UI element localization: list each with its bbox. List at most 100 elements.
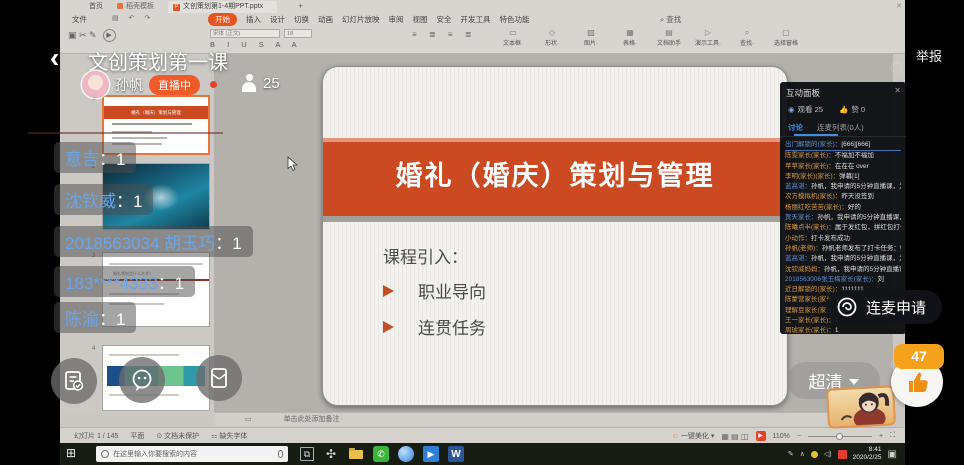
chat-message: 蓝高湛：孙帆，我申请的5分钟直播课，为什么不播！	[785, 254, 901, 264]
video-app-icon[interactable]: ▶	[423, 446, 439, 462]
ribbon-tab-插入[interactable]: 插入	[246, 14, 261, 25]
browser-icon[interactable]	[398, 446, 414, 462]
zoom-slider-knob[interactable]	[836, 433, 843, 440]
anime-sticker	[826, 385, 896, 429]
task-view-icon[interactable]: ⧉	[300, 447, 314, 461]
file-menu[interactable]: 文件	[72, 14, 87, 25]
wechat-icon[interactable]: ✆	[373, 446, 389, 462]
danmaku-count: ：1	[158, 274, 184, 293]
ribbon-tab-安全[interactable]: 安全	[437, 14, 452, 25]
notes-bar[interactable]: ▭ 单击此处添加备注	[215, 412, 893, 426]
zoom-slider[interactable]	[808, 436, 872, 437]
start-button[interactable]: ⊞	[66, 446, 76, 460]
group-icon: ▦	[615, 28, 645, 38]
current-slide[interactable]: 婚礼（婚庆）策划与管理 课程引入： 职业导向连贯任务	[322, 66, 788, 406]
chat-text: 刘	[877, 276, 884, 283]
paragraph-group[interactable]: ≡ ≣ ≡ ≣	[412, 30, 476, 40]
ribbon-group-查找·[interactable]: ⌕查找·	[732, 28, 762, 47]
taskbar-clock[interactable]: 8:41 2020/2/25	[853, 446, 882, 462]
status-dot-icon[interactable]	[811, 451, 818, 458]
ribbon-group-文本框·[interactable]: ▭文本框·	[498, 28, 528, 47]
chat-text: 打卡发布成功	[811, 235, 850, 242]
ribbon-tab-视图[interactable]: 视图	[413, 14, 428, 25]
slide-body: 课程引入： 职业导向连贯任务	[383, 243, 486, 350]
danmaku-count: ：1	[116, 192, 142, 211]
tab-mic-list[interactable]: 连麦列表(0人)	[817, 122, 864, 133]
word-icon[interactable]: W	[448, 446, 464, 462]
volume-icon[interactable]: ◁)	[824, 450, 832, 458]
presenter-avatar[interactable]	[82, 71, 109, 98]
panel-close-icon[interactable]: ✕	[894, 86, 901, 95]
mic-request-button[interactable]: 连麦申请	[826, 290, 942, 324]
chevron-down-icon	[849, 379, 859, 385]
mic-icon[interactable]	[278, 450, 283, 458]
view-mode-icons[interactable]: ▦ ▤ ◫	[721, 432, 748, 441]
chat-username: 次方模拟机(家长)：	[785, 193, 841, 200]
bullet-text: 连贯任务	[418, 314, 486, 339]
file-explorer-icon[interactable]	[348, 446, 364, 462]
back-icon[interactable]: ‹	[50, 42, 59, 74]
group-icon: ◇	[537, 28, 567, 38]
taskbar-search[interactable]: 在这里输入你要搜索的内容	[96, 446, 288, 462]
play-from-start-icon[interactable]: ▶	[103, 29, 116, 42]
ribbon-group-选择窗格[interactable]: ▢选择窗格	[771, 28, 801, 47]
wps-document-tab[interactable]: 文创策划第1-4期PPT.pptx	[168, 1, 277, 13]
chat-message: 周琥家长(家长)：1	[785, 326, 901, 333]
ribbon-search[interactable]: ⌕ 查找	[660, 14, 681, 25]
pinwheel-app-icon[interactable]: ✣	[323, 446, 339, 462]
wps-docer-tab[interactable]: 稻壳模板	[112, 1, 159, 13]
notification-icon[interactable]: ▣	[888, 449, 897, 460]
chat-message: 沈钦威妈妈：孙帆，我申请的5分钟直播课，为什么	[785, 265, 901, 275]
divider-line	[28, 132, 223, 134]
chat-message: 小动作：打卡发布成功	[785, 234, 901, 244]
chat-username: 苹苹家长(家长)：	[785, 163, 835, 170]
notes-placeholder[interactable]: ▭ 单击此处添加备注	[245, 416, 340, 423]
chat-username: 陈曦点半(家长)：	[785, 224, 835, 231]
slideshow-play-button[interactable]: ▶	[756, 431, 766, 441]
ribbon-tab-特色功能[interactable]: 特色功能	[500, 14, 530, 25]
presenter-card[interactable]: 孙帆 直播中	[82, 71, 217, 98]
chat-username: 王一家长(家长)：	[785, 317, 835, 324]
window-close-icon[interactable]: ✕	[896, 2, 902, 10]
chat-username: 2018563006张玉梅家长(家长)：	[785, 276, 877, 283]
zoom-out-button[interactable]: −	[797, 433, 801, 440]
zoom-in-button[interactable]: +	[879, 433, 883, 440]
chat-message: 李明(家长)(家长)：弹幕[1]	[785, 172, 901, 182]
ribbon-tab-开始[interactable]: 开始	[208, 13, 237, 26]
ribbon-group-形状·[interactable]: ◇形状·	[537, 28, 567, 47]
tray-app-icon[interactable]	[838, 450, 847, 459]
ribbon-group-表格·[interactable]: ▦表格·	[615, 28, 645, 47]
ribbon-tab-切换[interactable]: 切换	[294, 14, 309, 25]
pen-icon[interactable]: ✎	[788, 450, 794, 458]
chat-username: 沈钦威妈妈：	[785, 266, 824, 273]
chat-message: 孙帆(老师)：孙帆老师发布了打卡任务：强测综合	[785, 244, 901, 254]
font-style-buttons[interactable]: B I U S A A	[210, 40, 395, 49]
report-button[interactable]: 举报	[916, 46, 942, 65]
ribbon-tab-审阅[interactable]: 审阅	[389, 14, 404, 25]
quick-access-icons[interactable]: ▤ ↶ ↷	[112, 14, 154, 22]
panel-stats: ◉观看 25 👍赞 0	[780, 101, 906, 118]
new-tab-button[interactable]: +	[298, 1, 303, 11]
font-name-select[interactable]: 宋体 (正文)	[210, 29, 280, 38]
fullscreen-icon[interactable]: ⛶	[890, 432, 895, 440]
paste-icon[interactable]: ▣ ✂ ✎	[68, 30, 97, 41]
ribbon-group-图片·[interactable]: ▨图片·	[576, 28, 606, 47]
font-size-select[interactable]: 18	[284, 29, 312, 38]
clipboard-group[interactable]: ▣ ✂ ✎ ▶	[68, 29, 116, 42]
ribbon-group-演示工具·[interactable]: ▷演示工具·	[693, 28, 723, 47]
chat-button[interactable]	[119, 357, 165, 403]
ribbon-tab-设计[interactable]: 设计	[270, 14, 285, 25]
ribbon-tab-动画[interactable]: 动画	[318, 14, 333, 25]
ribbon-group-文档助手[interactable]: ▤文档助手	[654, 28, 684, 47]
wps-home-tab[interactable]: 首页	[84, 1, 108, 13]
red-packet-button[interactable]	[196, 355, 242, 401]
ribbon-tab-开发工具[interactable]: 开发工具	[461, 14, 491, 25]
group-icon: ▤	[654, 28, 684, 38]
ribbon-tab-幻灯片放映[interactable]: 幻灯片放映	[342, 14, 380, 25]
tab-discuss[interactable]: 讨论	[788, 122, 803, 133]
tray-expand-icon[interactable]: ∧	[800, 450, 805, 458]
beautify-button[interactable]: 一键美化 ▾	[672, 431, 715, 441]
windows-taskbar: ⊞ 在这里输入你要搜索的内容 ⧉ ✣ ✆ ▶ W ✎ ∧ ◁) 8:41 2020/2/…	[60, 443, 905, 465]
check-in-button[interactable]	[51, 358, 97, 404]
status-item: 幻灯片 1 / 145	[74, 431, 118, 441]
